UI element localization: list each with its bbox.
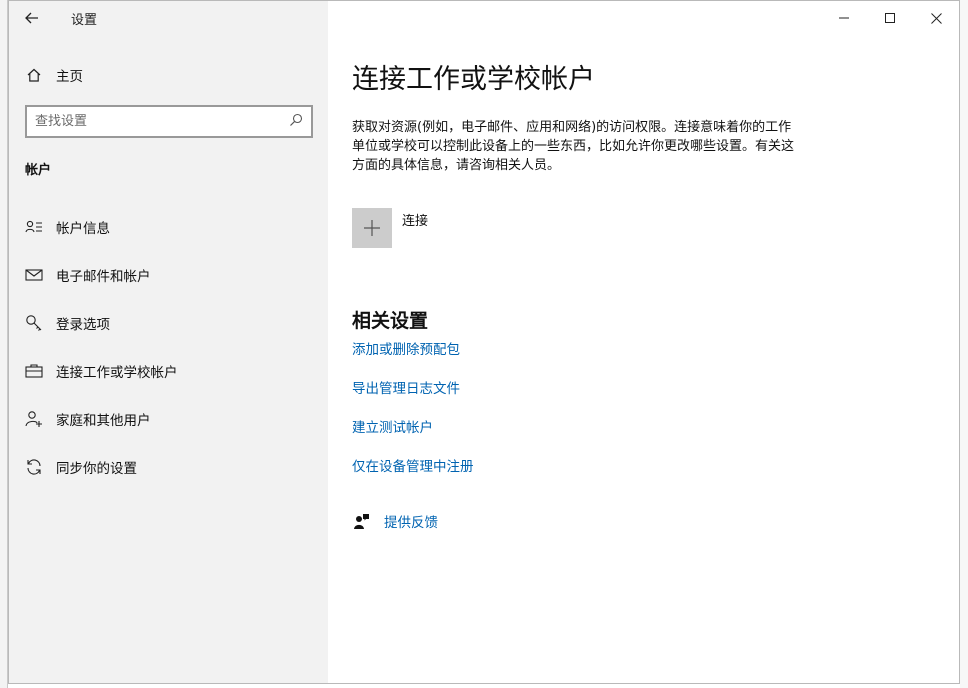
add-user-icon xyxy=(25,410,43,428)
sidebar-item-home[interactable]: 主页 xyxy=(9,57,328,93)
link-provisioning-package[interactable]: 添加或删除预配包 xyxy=(352,339,912,378)
link-test-account[interactable]: 建立测试帐户 xyxy=(352,417,912,456)
app-title: 设置 xyxy=(71,12,98,28)
sidebar-item-sign-in-options[interactable]: 登录选项 xyxy=(9,299,328,347)
search-input[interactable] xyxy=(35,114,289,129)
link-mdm-enroll[interactable]: 仅在设备管理中注册 xyxy=(352,456,912,495)
key-icon xyxy=(25,314,43,332)
sidebar-item-account-info[interactable]: 帐户信息 xyxy=(9,203,328,251)
main-content: 连接工作或学校帐户 获取对资源(例如，电子邮件、应用和网络)的访问权限。连接意味… xyxy=(352,57,912,531)
page-title: 连接工作或学校帐户 xyxy=(352,64,595,95)
connect-button[interactable]: 连接 xyxy=(352,208,912,248)
plus-icon xyxy=(364,220,380,236)
sidebar-item-label: 登录选项 xyxy=(56,317,110,333)
sidebar-item-sync[interactable]: 同步你的设置 xyxy=(9,443,328,491)
account-info-icon xyxy=(25,218,43,236)
minimize-button[interactable] xyxy=(821,1,867,35)
sync-icon xyxy=(25,458,43,476)
related-links: 添加或删除预配包 导出管理日志文件 建立测试帐户 仅在设备管理中注册 xyxy=(352,339,912,495)
plus-tile[interactable] xyxy=(352,208,392,248)
close-icon xyxy=(930,12,942,24)
minimize-icon xyxy=(839,17,849,19)
back-button[interactable] xyxy=(9,1,55,35)
window-controls xyxy=(821,1,959,35)
sidebar-item-family[interactable]: 家庭和其他用户 xyxy=(9,395,328,443)
search-box[interactable] xyxy=(25,105,313,138)
sidebar-item-label: 同步你的设置 xyxy=(56,461,137,477)
connect-label: 连接 xyxy=(402,214,429,229)
link-export-logs[interactable]: 导出管理日志文件 xyxy=(352,378,912,417)
sidebar: 设置 主页 帐户 xyxy=(9,1,328,683)
sidebar-item-label: 帐户信息 xyxy=(56,221,110,237)
email-icon xyxy=(25,266,43,284)
sidebar-item-email[interactable]: 电子邮件和帐户 xyxy=(9,251,328,299)
feedback-row: 提供反馈 xyxy=(352,511,912,531)
maximize-button[interactable] xyxy=(867,1,913,35)
page-description: 获取对资源(例如，电子邮件、应用和网络)的访问权限。连接意味着你的工作单位或学校… xyxy=(352,120,795,173)
sidebar-item-label: 连接工作或学校帐户 xyxy=(56,365,178,381)
search-icon[interactable] xyxy=(289,112,303,131)
related-settings-title: 相关设置 xyxy=(352,310,429,332)
sidebar-item-label: 家庭和其他用户 xyxy=(56,413,151,429)
feedback-icon xyxy=(352,511,372,531)
maximize-icon xyxy=(885,13,895,23)
sidebar-item-label: 电子邮件和帐户 xyxy=(56,269,151,285)
feedback-link[interactable]: 提供反馈 xyxy=(384,511,438,531)
settings-window: 设置 主页 帐户 xyxy=(8,0,960,684)
back-arrow-icon xyxy=(25,12,38,24)
briefcase-icon xyxy=(25,362,43,380)
close-button[interactable] xyxy=(913,1,959,35)
home-label: 主页 xyxy=(56,69,83,85)
sidebar-nav: 帐户信息 电子邮件和帐户 登录选项 连接工作或学校帐户 家庭和其他用户 同步你的… xyxy=(9,203,328,491)
desktop-background-left xyxy=(0,0,8,688)
titlebar: 设置 xyxy=(9,1,328,35)
sidebar-item-work-school[interactable]: 连接工作或学校帐户 xyxy=(9,347,328,395)
section-title: 帐户 xyxy=(25,163,52,178)
desktop-background-right xyxy=(960,0,968,688)
home-icon xyxy=(25,66,43,84)
